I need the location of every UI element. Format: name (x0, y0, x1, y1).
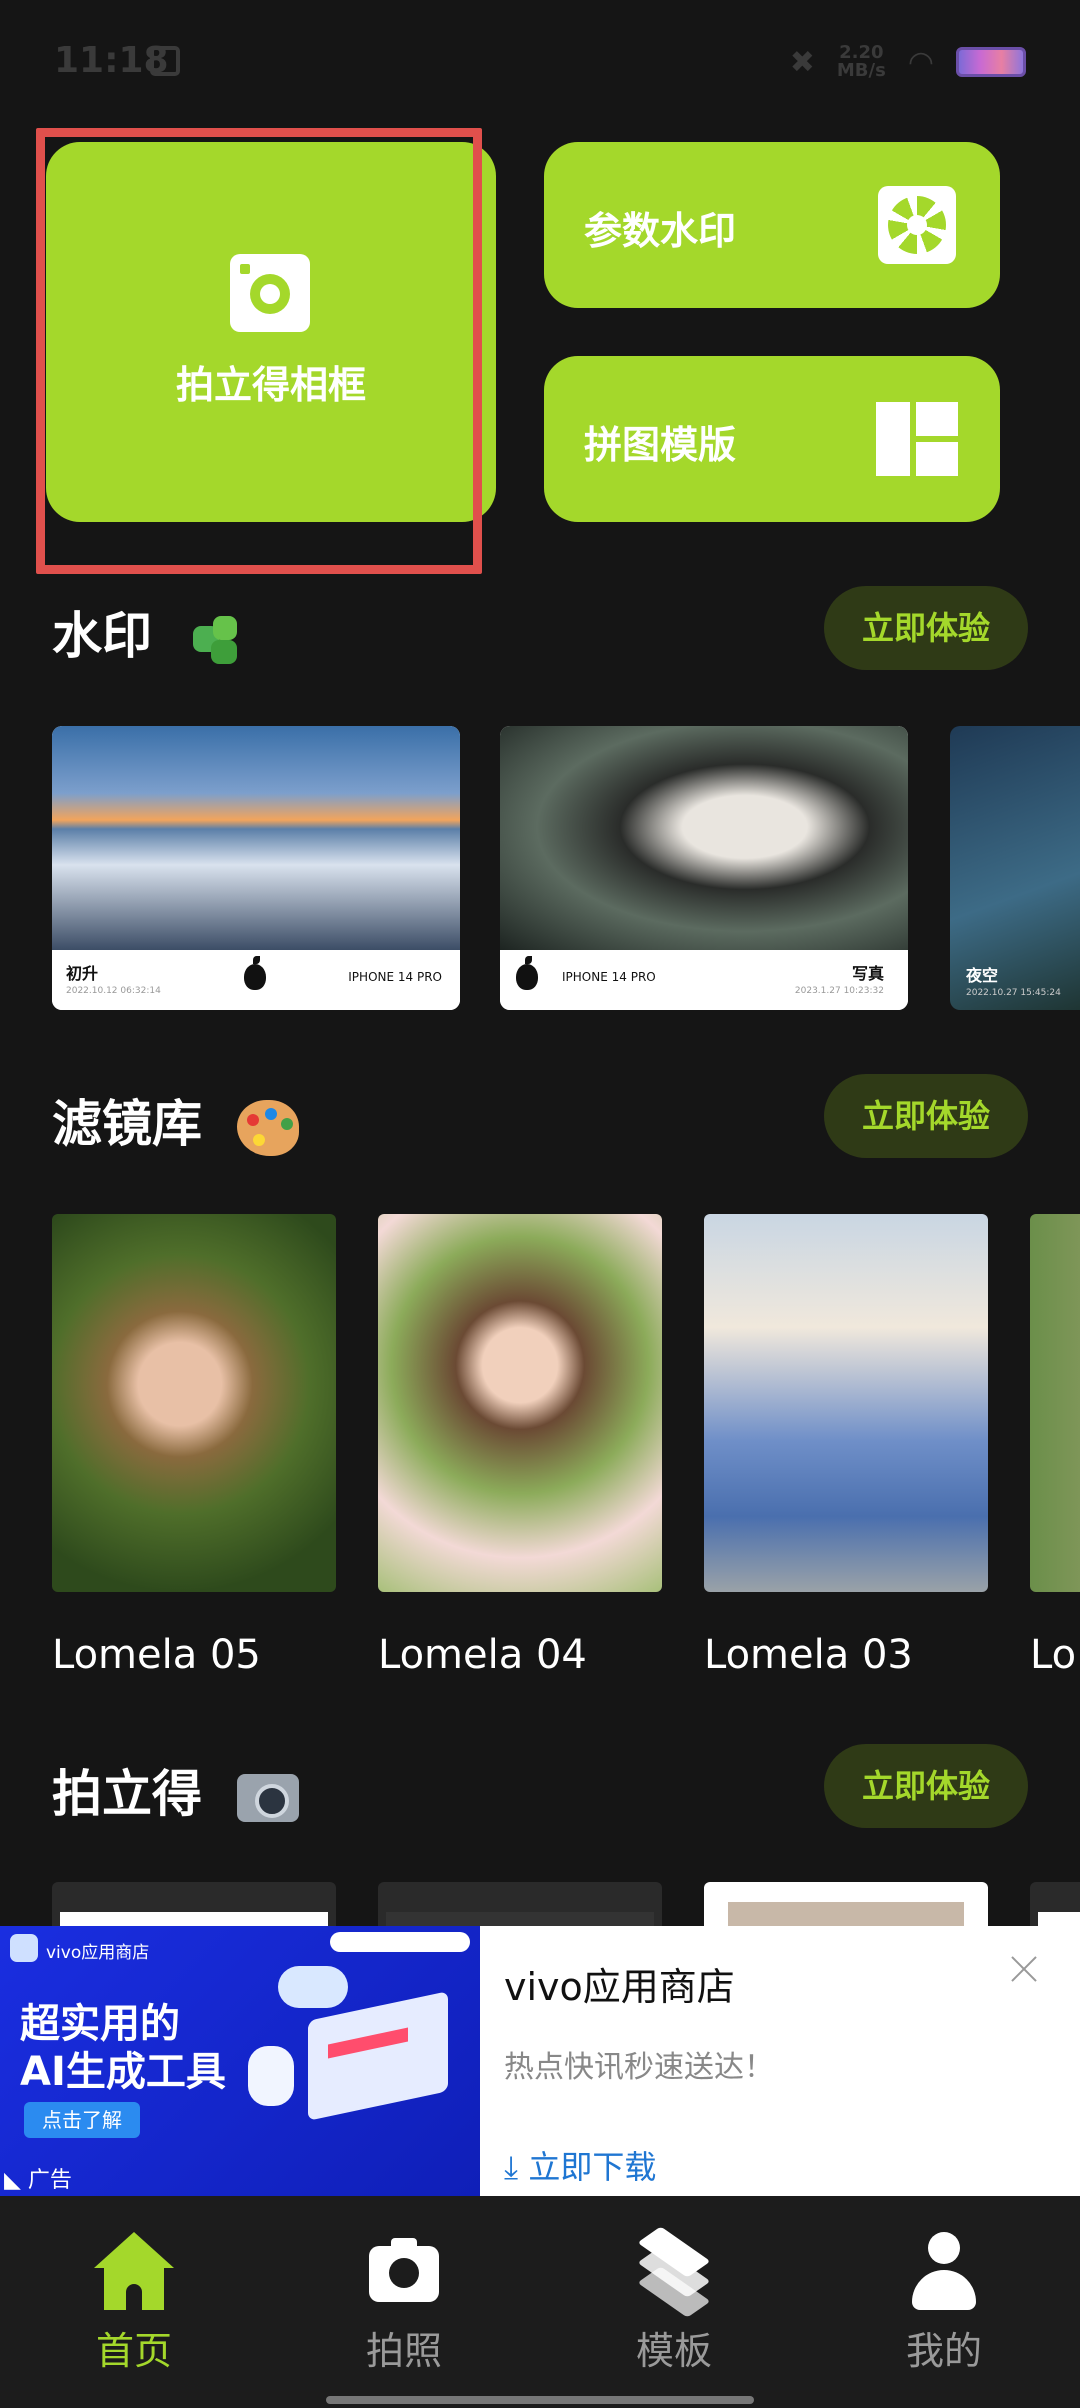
watermark-card[interactable]: 夜空 2022.10.27 15:45:24 (950, 726, 1080, 1010)
watermark-card[interactable]: 初升 2022.10.12 06:32:14 IPHONE 14 PRO (52, 726, 460, 1010)
mute-icon: ✖ (789, 44, 815, 80)
filter-card[interactable]: Lomela 05 (52, 1214, 336, 1678)
close-icon[interactable] (1004, 1950, 1044, 1990)
status-right: ✖ 2.20 MB/s ◠ (790, 44, 1026, 80)
ad-image[interactable]: vivo应用商店 超实用的 AI生成工具 点击了解 ◣ 广告 (0, 1926, 480, 2196)
palette-icon (237, 1099, 300, 1156)
bottom-tab-bar: 首页 拍照 模板 我的 (0, 2196, 1080, 2408)
filter-photo (704, 1214, 988, 1592)
watermark-section-title: 水印 (52, 596, 243, 668)
ad-learn-more-button[interactable]: 点击了解 (24, 2102, 140, 2138)
watermark-photo (500, 726, 908, 950)
puzzle-icon (187, 612, 243, 668)
tab-camera[interactable]: 拍照 (304, 2232, 504, 2375)
param-watermark-label: 参数水印 (584, 209, 737, 253)
polaroid-card[interactable] (1030, 1882, 1080, 1928)
watermark-carousel[interactable]: 初升 2022.10.12 06:32:14 IPHONE 14 PRO IPH… (0, 726, 1080, 1014)
aperture-icon (878, 186, 956, 264)
polaroid-title-text: 拍立得 (52, 1765, 202, 1823)
status-bar: 11:18 ✖ 2.20 MB/s ◠ (0, 0, 1080, 120)
apple-logo-icon (516, 956, 538, 990)
ad-headline-line2: AI生成工具 (20, 2049, 226, 2095)
ad-label-text: 广告 (27, 2168, 72, 2193)
sim-icon (150, 46, 180, 76)
filter-name: Lomela 04 (378, 1632, 587, 1678)
tab-camera-label: 拍照 (365, 2329, 442, 2373)
collage-layout-icon (876, 402, 958, 476)
tab-home-label: 首页 (95, 2329, 172, 2373)
app-store-icon (10, 1934, 38, 1962)
filter-name: Lomela 05 (52, 1632, 261, 1678)
network-speed: 2.20 MB/s (837, 44, 886, 80)
filter-carousel[interactable]: Lomela 05 Lomela 04 Lomela 03 Lo (0, 1214, 1080, 1684)
ad-download-text: 立即下载 (528, 2148, 657, 2186)
battery-icon (956, 47, 1026, 77)
watermark-strip: 初升 2022.10.12 06:32:14 IPHONE 14 PRO (52, 950, 460, 1010)
filter-photo (52, 1214, 336, 1592)
ad-headline-line1: 超实用的 (20, 2001, 180, 2047)
ad-banner[interactable]: vivo应用商店 超实用的 AI生成工具 点击了解 ◣ 广告 vivo应用商店 … (0, 1926, 1080, 2196)
network-speed-unit: MB/s (836, 60, 886, 81)
watermark-strip: IPHONE 14 PRO 写真 2023.1.27 10:23:32 (500, 950, 908, 1010)
tab-profile[interactable]: 我的 (844, 2232, 1044, 2375)
polaroid-card[interactable] (378, 1882, 662, 1928)
watermark-photo (52, 726, 460, 950)
watermark-date: 2023.1.27 10:23:32 (794, 986, 884, 996)
polaroid-card[interactable] (704, 1882, 988, 1928)
watermark-title-text: 水印 (52, 607, 152, 665)
home-indicator (326, 2396, 754, 2404)
ad-search-bar (330, 1932, 470, 1952)
signal-icon: ◣ (4, 2168, 21, 2193)
tab-template-label: 模板 (635, 2329, 712, 2373)
camera-emoji-icon (237, 1773, 300, 1822)
user-icon (904, 2232, 984, 2312)
polaroid-section-title: 拍立得 (52, 1754, 300, 1826)
apple-logo-icon (244, 956, 266, 990)
polaroid-frame (728, 1902, 964, 1928)
filter-title-text: 滤镜库 (52, 1095, 202, 1153)
collage-template-tile[interactable]: 拼图模版 (544, 356, 1000, 522)
collage-template-label: 拼图模版 (584, 423, 737, 467)
camera-icon (369, 2238, 439, 2302)
filter-card[interactable]: Lomela 03 (704, 1214, 988, 1678)
ad-label: ◣ 广告 (4, 2162, 72, 2194)
filter-name: Lomela 03 (704, 1632, 913, 1678)
watermark-device: IPHONE 14 PRO (348, 970, 442, 984)
ad-headline: 超实用的 AI生成工具 (20, 2000, 226, 2096)
filter-card[interactable]: Lo (1030, 1214, 1080, 1678)
watermark-card[interactable]: IPHONE 14 PRO 写真 2023.1.27 10:23:32 (500, 726, 908, 1010)
ad-illustration (238, 1966, 468, 2166)
watermark-place: 夜空 (966, 966, 999, 985)
tab-home[interactable]: 首页 (34, 2232, 234, 2375)
home-icon (94, 2232, 174, 2312)
filter-try-button[interactable]: 立即体验 (824, 1074, 1028, 1158)
wifi-icon: ◠ (907, 44, 934, 80)
selection-highlight (36, 128, 482, 574)
filter-name: Lo (1030, 1632, 1077, 1678)
polaroid-try-button[interactable]: 立即体验 (824, 1744, 1028, 1828)
watermark-place: 写真 (851, 964, 884, 983)
filter-photo (378, 1214, 662, 1592)
ad-image-store-name: vivo应用商店 (46, 1943, 150, 1963)
watermark-date: 2022.10.27 15:45:24 (966, 988, 1061, 998)
filter-section-title: 滤镜库 (52, 1084, 300, 1156)
polaroid-carousel[interactable] (0, 1882, 1080, 1928)
watermark-device: IPHONE 14 PRO (562, 970, 656, 984)
ad-description: 热点快讯秒速送达！ (504, 2050, 774, 2085)
layers-icon (634, 2226, 714, 2318)
watermark-date: 2022.10.12 06:32:14 (66, 986, 161, 996)
watermark-place: 初升 (66, 964, 99, 983)
ad-download-link[interactable]: ⤓ 立即下载 (504, 2142, 656, 2188)
tab-template[interactable]: 模板 (574, 2226, 774, 2375)
download-icon: ⤓ (504, 2148, 519, 2186)
filter-photo (1030, 1214, 1080, 1592)
tab-profile-label: 我的 (905, 2329, 982, 2373)
polaroid-card[interactable] (52, 1882, 336, 1928)
param-watermark-tile[interactable]: 参数水印 (544, 142, 1000, 308)
watermark-try-button[interactable]: 立即体验 (824, 586, 1028, 670)
ad-title: vivo应用商店 (504, 1965, 735, 2009)
filter-card[interactable]: Lomela 04 (378, 1214, 662, 1678)
